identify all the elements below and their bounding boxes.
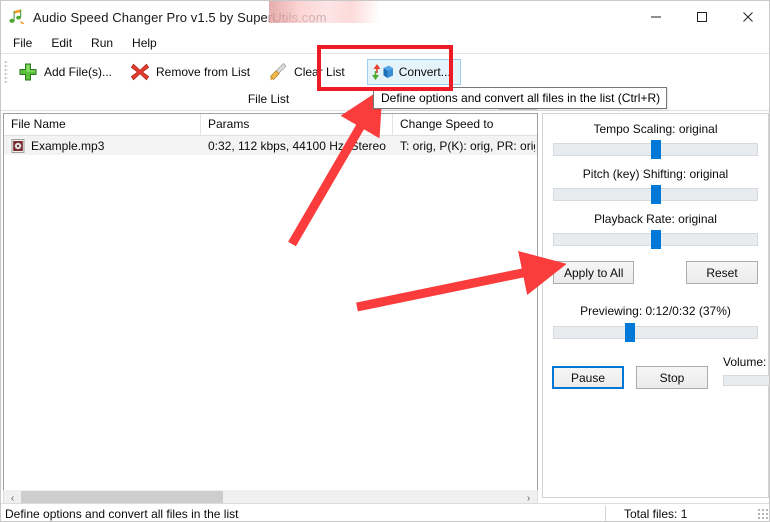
convert-box-icon (371, 61, 394, 83)
apply-reset-row: Apply to All Reset (553, 261, 758, 284)
file-name-text: Example.mp3 (31, 138, 105, 153)
close-button[interactable] (725, 1, 769, 32)
file-list-view[interactable]: File Name Params Change Speed to Example… (3, 113, 538, 498)
broom-icon (267, 61, 289, 83)
tempo-scaling-label: Tempo Scaling: original (593, 122, 718, 136)
convert-tooltip: Define options and convert all files in … (373, 87, 668, 109)
reset-button[interactable]: Reset (686, 261, 758, 284)
convert-button[interactable]: Convert... (366, 58, 461, 85)
controls-panel: Tempo Scaling: original Pitch (key) Shif… (542, 113, 769, 498)
cell-file-name: Example.mp3 (4, 139, 201, 153)
menu-item-edit[interactable]: Edit (47, 35, 81, 51)
column-header-change-speed-to[interactable]: Change Speed to (393, 114, 535, 135)
menu-item-run[interactable]: Run (87, 35, 122, 51)
add-files-button[interactable]: Add File(s)... (12, 59, 122, 85)
status-message: Define options and convert all files in … (5, 506, 239, 521)
cell-change-speed-to: T: orig, P(K): orig, PR: orig (400, 138, 535, 153)
clear-list-button[interactable]: Clear List (262, 59, 355, 85)
table-row[interactable]: Example.mp3 0:32, 112 kbps, 44100 Hz, St… (4, 136, 537, 155)
plus-icon (17, 61, 39, 83)
preview-slider-thumb[interactable] (625, 323, 635, 342)
playback-rate-slider-thumb[interactable] (651, 230, 661, 249)
add-files-label: Add File(s)... (44, 64, 113, 79)
pitch-slider-thumb[interactable] (651, 185, 661, 204)
window-title: Audio Speed Changer Pro v1.5 by SuperUti… (33, 9, 327, 25)
cell-params: 0:32, 112 kbps, 44100 Hz, Stereo (208, 138, 386, 153)
application-window: Audio Speed Changer Pro v1.5 by SuperUti… (0, 0, 770, 522)
playback-rate-slider[interactable] (553, 230, 758, 249)
file-list-header: File Name Params Change Speed to (4, 114, 537, 136)
app-music-note-icon (8, 8, 26, 26)
menu-item-help[interactable]: Help (128, 35, 166, 51)
volume-label: Volume: 100% (723, 355, 769, 369)
preview-slider-track[interactable] (553, 326, 758, 339)
volume-slider-track[interactable] (723, 375, 769, 386)
window-controls (633, 1, 769, 33)
playback-controls-row: Pause Stop Volume: 100% (552, 355, 769, 389)
clear-list-label: Clear List (294, 64, 345, 79)
title-bar: Audio Speed Changer Pro v1.5 by SuperUti… (1, 1, 769, 33)
status-bar: Define options and convert all files in … (1, 503, 769, 521)
column-header-file-name[interactable]: File Name (4, 114, 201, 135)
volume-control: Volume: 100% (723, 355, 769, 389)
status-total-files: Total files: 1 (624, 506, 688, 521)
resize-grip-icon[interactable] (757, 507, 769, 520)
preview-position-slider[interactable] (553, 323, 758, 342)
volume-slider[interactable] (723, 372, 769, 389)
maximize-button[interactable] (679, 1, 725, 32)
menu-bar: File Edit Run Help (1, 33, 769, 53)
pitch-shifting-label: Pitch (key) Shifting: original (582, 167, 729, 181)
convert-label: Convert... (398, 64, 451, 79)
red-x-icon (129, 61, 151, 83)
column-header-params[interactable]: Params (201, 114, 393, 135)
toolbar-grip[interactable] (4, 59, 8, 84)
preview-label: Previewing: 0:12/0:32 (37%) (580, 304, 731, 318)
menu-item-file[interactable]: File (9, 35, 41, 51)
apply-to-all-button[interactable]: Apply to All (553, 261, 635, 284)
tempo-slider-thumb[interactable] (651, 140, 661, 159)
remove-from-list-button[interactable]: Remove from List (124, 59, 260, 85)
audio-file-icon (11, 138, 25, 153)
remove-from-list-label: Remove from List (156, 64, 251, 79)
minimize-button[interactable] (633, 1, 679, 32)
toolbar: Add File(s)... Remove from List Clear Li… (1, 53, 769, 89)
pitch-shifting-slider[interactable] (553, 185, 758, 204)
pause-button[interactable]: Pause (552, 366, 624, 389)
tempo-scaling-slider[interactable] (553, 140, 758, 159)
playback-rate-label: Playback Rate: original (594, 212, 717, 226)
stop-button[interactable]: Stop (636, 366, 708, 389)
